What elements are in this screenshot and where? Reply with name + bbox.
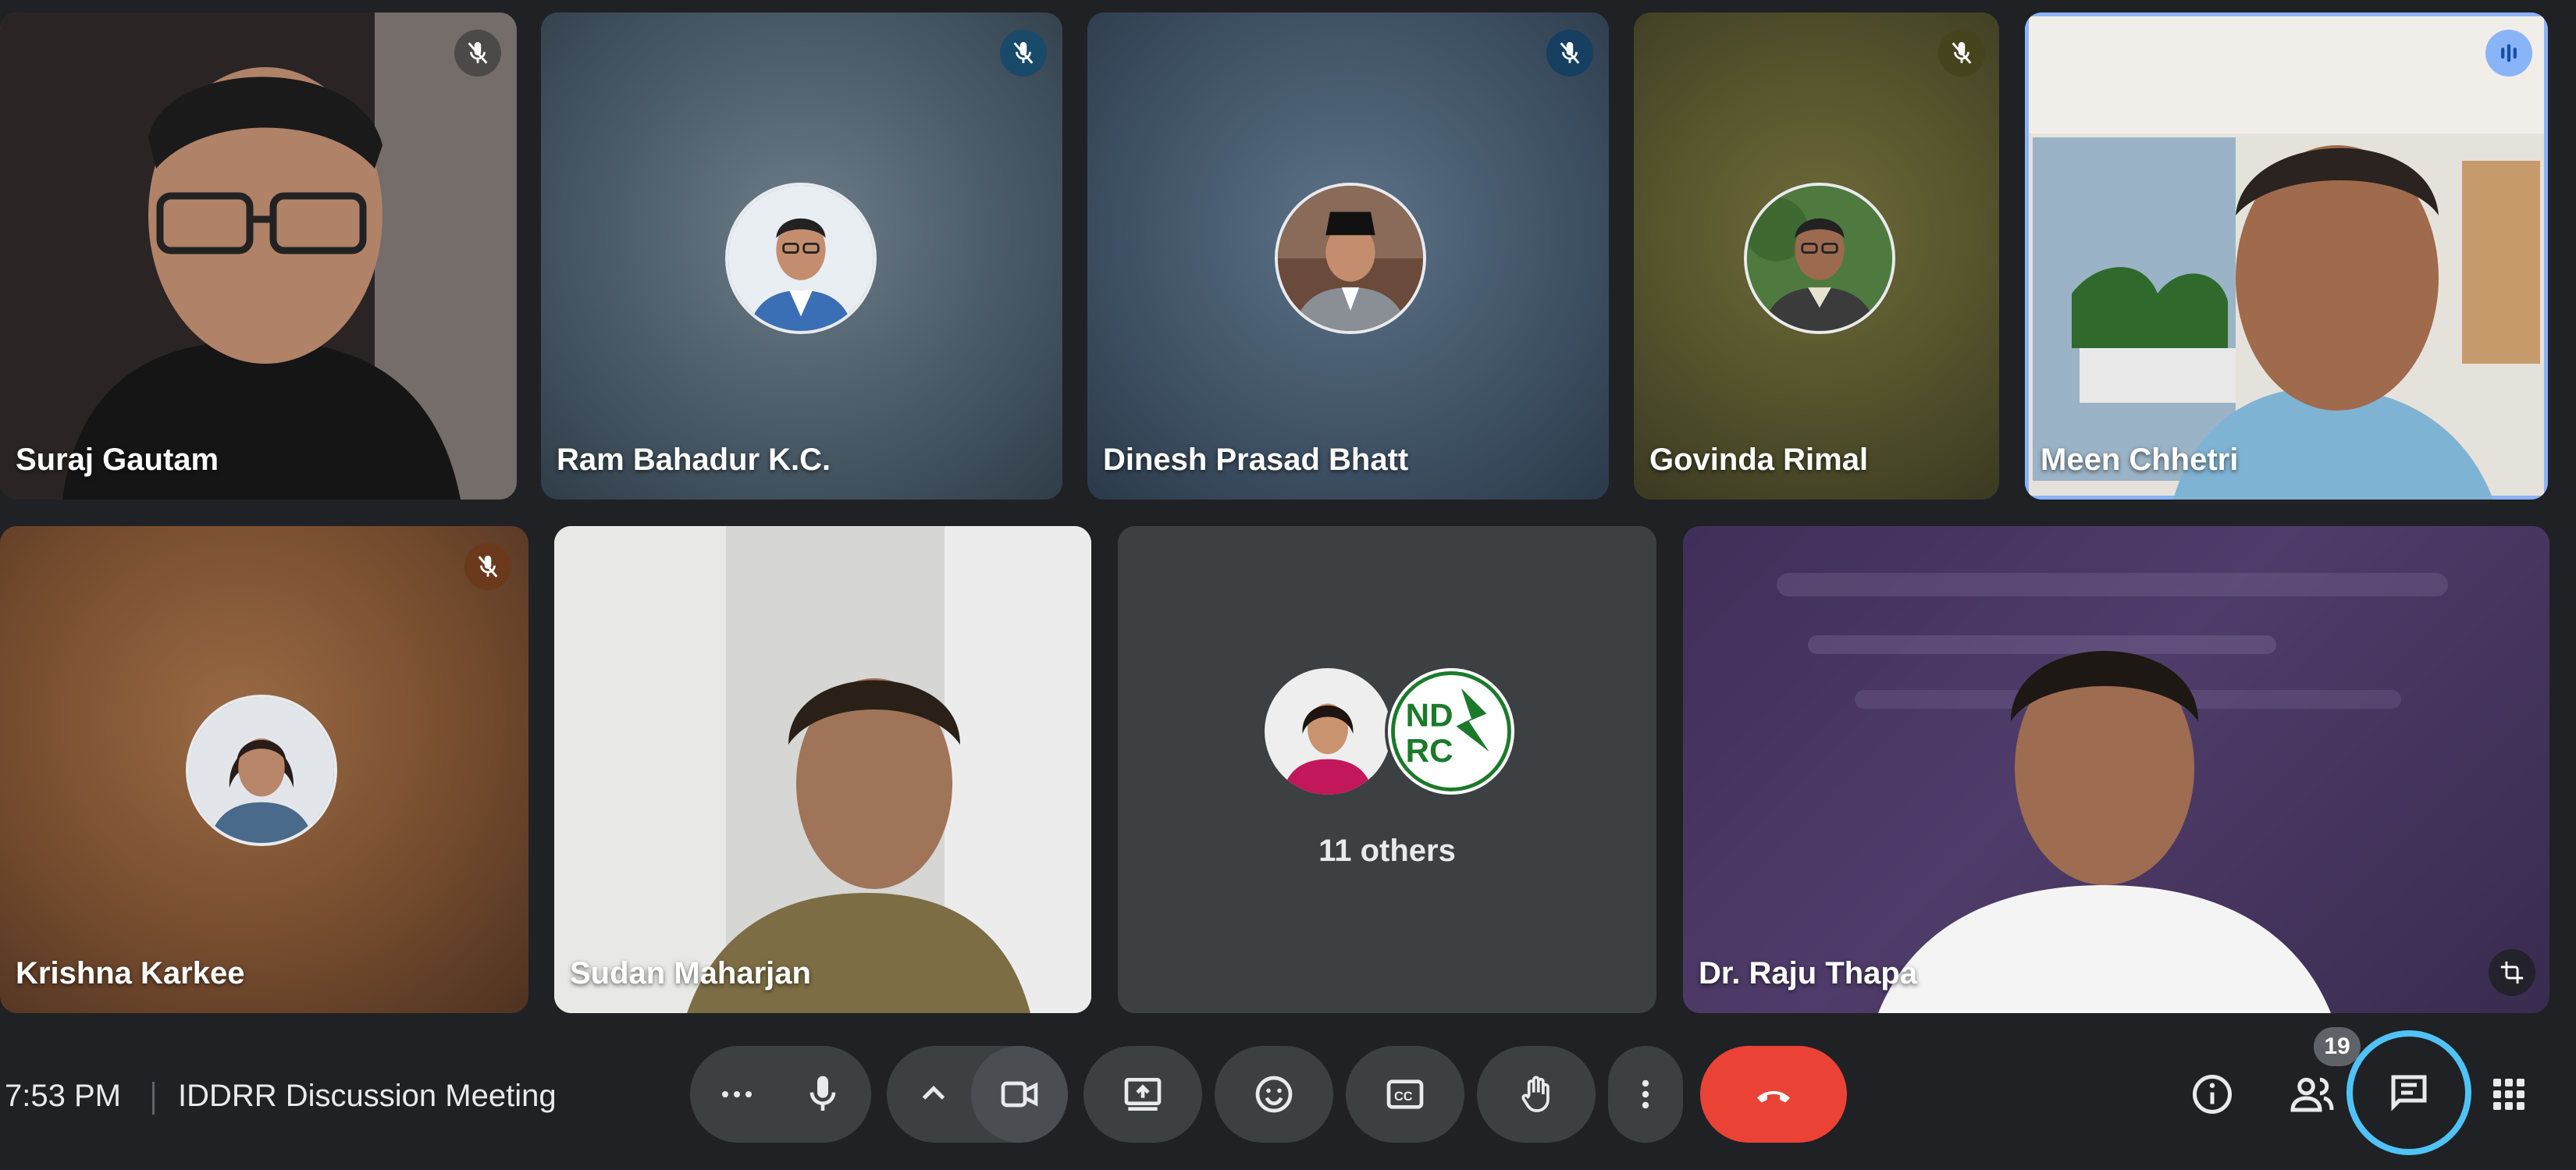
speaking-icon — [2501, 44, 2517, 62]
mic-off-indicator — [1546, 30, 1593, 76]
participant-name: Krishna Karkee — [16, 956, 245, 990]
avatar — [725, 183, 877, 334]
people-icon — [2290, 1077, 2334, 1112]
participant-name: Ram Bahadur K.C. — [557, 443, 831, 477]
mic-button[interactable] — [774, 1046, 871, 1143]
participant-name: Sudan Maharjan — [570, 956, 811, 990]
participant-tile-ram[interactable]: Ram Bahadur K.C. — [541, 12, 1062, 500]
camera-icon — [1001, 1081, 1038, 1108]
avatar — [1744, 183, 1895, 334]
captions-icon: CC — [1386, 1079, 1424, 1109]
avatar — [1275, 183, 1426, 334]
meeting-title: IDDRR Discussion Meeting — [178, 1079, 557, 1113]
mic-off-indicator — [454, 30, 501, 76]
mic-off-indicator — [1938, 30, 1985, 76]
raise-hand-button[interactable] — [1477, 1046, 1596, 1143]
chat-icon — [2391, 1075, 2427, 1111]
emoji-icon — [1255, 1076, 1293, 1113]
participant-video — [1683, 526, 2549, 1013]
mic-off-icon — [1560, 41, 1580, 64]
divider — [152, 1082, 155, 1115]
speaking-indicator — [2485, 30, 2532, 76]
svg-text:RC: RC — [1406, 732, 1453, 769]
mic-off-indicator — [1000, 30, 1047, 76]
people-count-badge: 19 — [2314, 1027, 2361, 1066]
emoji-button[interactable] — [1215, 1046, 1333, 1143]
mic-icon — [809, 1076, 836, 1111]
present-icon — [1124, 1078, 1162, 1111]
raise-hand-icon — [1521, 1076, 1550, 1112]
present-button[interactable] — [1083, 1046, 1202, 1143]
participant-tile-govinda[interactable]: Govinda Rimal — [1634, 12, 1999, 500]
camera-button[interactable] — [971, 1046, 1068, 1143]
more-icon — [722, 1091, 752, 1097]
captions-button[interactable]: CC — [1346, 1046, 1464, 1143]
participant-name: Dr. Raju Thapa — [1699, 956, 1918, 990]
participant-name: Govinda Rimal — [1649, 443, 1869, 477]
mic-off-indicator — [464, 543, 511, 590]
meeting-info-button[interactable] — [2175, 1057, 2250, 1132]
avatar — [1261, 665, 1394, 798]
svg-text:CC: CC — [1394, 1090, 1413, 1104]
participant-tile-dinesh[interactable]: Dinesh Prasad Bhatt — [1087, 12, 1609, 500]
participant-tile-suraj[interactable]: Suraj Gautam — [0, 12, 517, 500]
activities-button[interactable] — [2471, 1057, 2546, 1132]
mic-off-icon — [1013, 41, 1034, 64]
participant-tile-krishna[interactable]: Krishna Karkee — [0, 526, 528, 1013]
more-options-button[interactable] — [1608, 1046, 1683, 1143]
others-tile[interactable]: ND RC 11 others — [1118, 526, 1656, 1013]
participant-video — [2029, 16, 2544, 500]
people-button[interactable] — [2275, 1057, 2350, 1132]
participant-name: Suraj Gautam — [16, 443, 219, 477]
participant-video — [554, 526, 1091, 1013]
video-options-button[interactable] — [896, 1057, 971, 1132]
participant-name: Dinesh Prasad Bhatt — [1103, 443, 1409, 477]
avatar — [186, 695, 337, 846]
mic-off-icon — [478, 555, 498, 578]
chevron-up-icon — [922, 1085, 945, 1100]
meeting-time: 7:53 PM — [5, 1079, 121, 1113]
crop-icon — [2500, 961, 2524, 984]
crop-button[interactable] — [2489, 949, 2535, 996]
chat-button[interactable] — [2347, 1030, 2471, 1155]
svg-text:ND: ND — [1406, 697, 1453, 734]
apps-icon — [2493, 1079, 2524, 1110]
audio-options-button[interactable] — [699, 1057, 774, 1132]
participant-video — [0, 12, 517, 500]
mic-off-icon — [468, 41, 488, 64]
info-icon — [2193, 1075, 2232, 1114]
end-call-icon — [1757, 1090, 1790, 1103]
end-call-button[interactable] — [1700, 1046, 1847, 1143]
participant-tile-sudan[interactable]: Sudan Maharjan — [554, 526, 1091, 1013]
others-count-label: 11 others — [1318, 834, 1456, 868]
participant-tile-meen[interactable]: Meen Chhetri — [2025, 12, 2548, 500]
more-vert-icon — [1642, 1079, 1649, 1109]
mic-off-icon — [1952, 41, 1972, 64]
participant-tile-raju[interactable]: Dr. Raju Thapa — [1683, 526, 2549, 1013]
ndrrc-logo: ND RC — [1385, 665, 1517, 798]
participant-name: Meen Chhetri — [2041, 443, 2239, 477]
